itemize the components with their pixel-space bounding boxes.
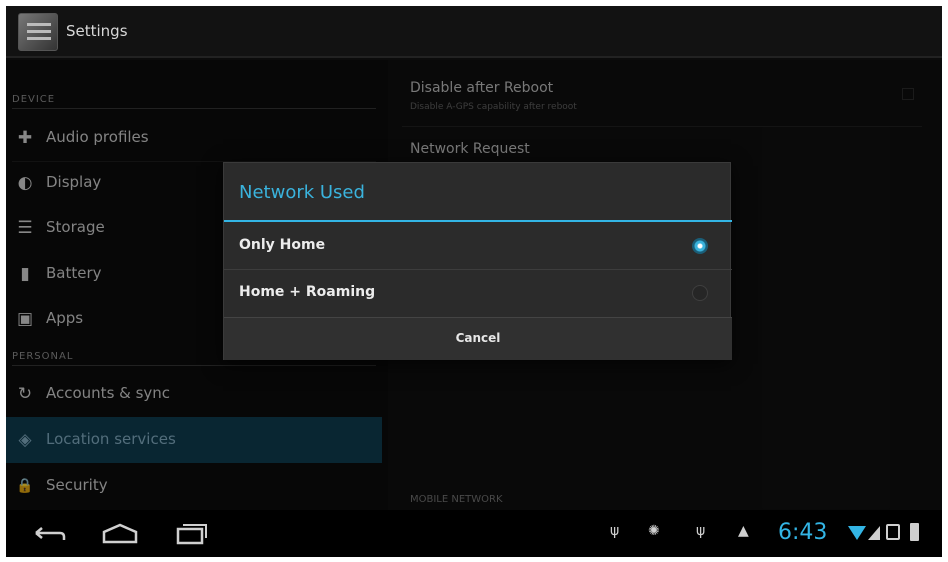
recent-apps-icon [176, 524, 207, 545]
home-button[interactable] [96, 516, 144, 550]
home-icon [102, 523, 138, 544]
wifi-icon [848, 526, 866, 540]
dialog-title-divider [224, 220, 732, 222]
option-label: Only Home [239, 237, 326, 253]
option-only-home[interactable]: Only Home [224, 223, 732, 269]
settings-app-icon[interactable] [18, 13, 58, 51]
warning-icon: ▲ [738, 523, 749, 539]
action-bar: Settings [6, 6, 942, 58]
system-bar: ψ ✺ ψ ▲ 6:43 [6, 510, 942, 557]
battery-status-icon [910, 523, 919, 541]
clock[interactable]: 6:43 [778, 520, 827, 545]
back-button[interactable] [24, 516, 72, 550]
radio-unchecked-icon[interactable] [692, 285, 708, 301]
sd-card-icon [886, 524, 900, 540]
option-home-roaming[interactable]: Home + Roaming [224, 270, 732, 316]
dialog-title: Network Used [239, 182, 365, 203]
radio-checked-icon[interactable] [692, 238, 708, 254]
android-debug-icon: ✺ [648, 523, 660, 539]
tablet-screen: Settings DEVICE ✚ Audio profiles ◐ Displ… [6, 6, 942, 557]
cancel-button-label: Cancel [455, 331, 501, 345]
network-used-dialog: Network Used Only Home Home + Roaming Ca… [223, 162, 732, 360]
usb-icon: ψ [610, 523, 620, 539]
cancel-button[interactable]: Cancel [224, 317, 732, 360]
option-label: Home + Roaming [239, 284, 376, 300]
signal-icon [868, 526, 880, 540]
app-title: Settings [66, 22, 128, 40]
usb-icon: ψ [696, 523, 706, 539]
recent-apps-button[interactable] [168, 516, 216, 550]
back-icon [35, 527, 66, 540]
